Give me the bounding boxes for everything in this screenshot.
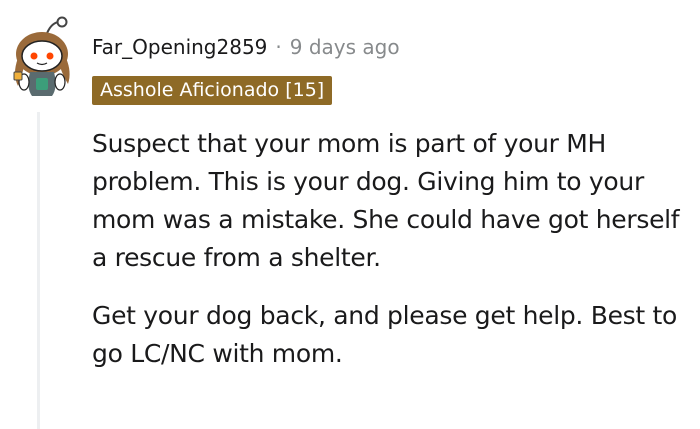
author-username[interactable]: Far_Opening2859 <box>92 35 267 59</box>
snoo-avatar-icon[interactable] <box>6 14 78 100</box>
comment-body: Suspect that your mom is part of your MH… <box>92 125 692 373</box>
comment: Far_Opening2859 · 9 days ago Asshole Afi… <box>0 0 700 429</box>
comment-paragraph: Get your dog back, and please get help. … <box>92 301 678 368</box>
comment-paragraph: Suspect that your mom is part of your MH… <box>92 129 680 272</box>
user-flair-badge: Asshole Aficionado [15] <box>92 76 333 105</box>
thread-line[interactable] <box>37 112 40 429</box>
comment-timestamp[interactable]: 9 days ago <box>290 35 400 59</box>
meta-separator: · <box>275 35 282 59</box>
comment-meta: Far_Opening2859 · 9 days ago <box>92 32 400 62</box>
